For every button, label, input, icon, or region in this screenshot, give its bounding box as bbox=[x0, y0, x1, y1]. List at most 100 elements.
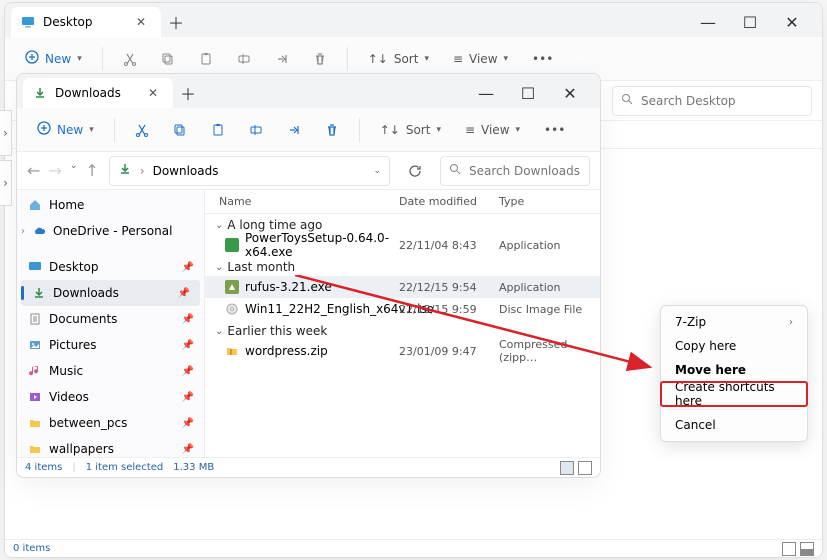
search-input[interactable] bbox=[469, 164, 601, 178]
file-date: 22/12/15 9:54 bbox=[399, 281, 499, 294]
search-icon bbox=[621, 93, 633, 108]
sort-button[interactable]: ↑↓ Sort ▾ bbox=[358, 44, 439, 74]
sidebar-item-videos[interactable]: Videos📌 bbox=[17, 384, 204, 410]
menu-item-copy-here[interactable]: Copy here bbox=[661, 334, 807, 358]
file-row[interactable]: Win11_22H2_English_x64v1.iso22/12/15 9:5… bbox=[205, 298, 600, 320]
paste-button[interactable] bbox=[189, 44, 223, 74]
more-button[interactable]: ••• bbox=[534, 115, 575, 145]
menu-item-7-zip[interactable]: 7-Zip› bbox=[661, 310, 807, 334]
chevron-down-icon[interactable]: ⌄ bbox=[373, 166, 381, 176]
forward-button[interactable]: → bbox=[48, 161, 61, 180]
back-button[interactable]: ← bbox=[27, 161, 40, 180]
menu-item-label: Move here bbox=[675, 363, 746, 377]
folder-icon bbox=[27, 415, 43, 431]
new-button[interactable]: New ▾ bbox=[15, 44, 92, 74]
maximize-button[interactable]: ☐ bbox=[730, 7, 770, 37]
delete-button[interactable] bbox=[315, 115, 349, 145]
chevron-down-icon: ▾ bbox=[516, 125, 521, 135]
file-type: Application bbox=[499, 281, 599, 294]
sidebar-item-music[interactable]: Music📌 bbox=[17, 358, 204, 384]
thumbnails-view-icon[interactable] bbox=[578, 461, 592, 475]
delete-button[interactable] bbox=[303, 44, 337, 74]
search-box[interactable] bbox=[612, 86, 812, 116]
close-tab-icon[interactable]: ✕ bbox=[131, 12, 151, 32]
close-window-button[interactable]: ✕ bbox=[772, 7, 812, 37]
chevron-down-icon: ▾ bbox=[424, 54, 429, 64]
column-type[interactable]: Type bbox=[499, 195, 599, 208]
pin-icon: 📌 bbox=[182, 340, 194, 351]
group-header[interactable]: ⌄ Last month bbox=[205, 256, 600, 276]
file-list: Name Date modified Type ⌄ A long time ag… bbox=[205, 190, 600, 457]
chevron-down-icon: ⌄ bbox=[215, 220, 223, 231]
cut-button[interactable] bbox=[113, 44, 147, 74]
sidebar-item-label: Home bbox=[49, 198, 84, 212]
view-button[interactable]: ≡ View ▾ bbox=[443, 44, 518, 74]
chevron-down-icon: ▾ bbox=[89, 125, 94, 135]
sidebar-item-home[interactable]: Home bbox=[17, 192, 204, 218]
new-tab-button[interactable]: ＋ bbox=[173, 78, 203, 108]
status-items: 0 items bbox=[13, 543, 50, 554]
minimize-button[interactable]: — bbox=[688, 7, 728, 37]
file-row[interactable]: wordpress.zip23/01/09 9:47Compressed (zi… bbox=[205, 340, 600, 362]
sidebar-item-label: Pictures bbox=[49, 338, 97, 352]
details-view-icon[interactable] bbox=[560, 461, 574, 475]
cloud-icon bbox=[31, 223, 47, 239]
sidebar-item-wallpapers[interactable]: wallpapers📌 bbox=[17, 436, 204, 457]
nav-handle-up[interactable]: › bbox=[0, 110, 12, 156]
more-button[interactable]: ••• bbox=[522, 44, 563, 74]
maximize-button[interactable]: ☐ bbox=[508, 78, 548, 108]
up-button[interactable]: ↑ bbox=[85, 161, 98, 180]
new-tab-button[interactable]: ＋ bbox=[161, 7, 191, 37]
chevron-down-icon: ⌄ bbox=[215, 262, 223, 273]
column-name[interactable]: Name bbox=[219, 195, 399, 208]
status-bar: 0 items bbox=[5, 539, 822, 557]
sidebar-item-between_pcs[interactable]: between_pcs📌 bbox=[17, 410, 204, 436]
new-button[interactable]: New ▾ bbox=[27, 115, 104, 145]
search-input[interactable] bbox=[641, 94, 803, 108]
file-type: Compressed (zipp… bbox=[499, 338, 599, 364]
file-row[interactable]: PowerToysSetup-0.64.0-x64.exe22/11/04 8:… bbox=[205, 234, 600, 256]
share-button[interactable] bbox=[277, 115, 311, 145]
sort-button[interactable]: ↑↓ Sort ▾ bbox=[370, 115, 451, 145]
chevron-down-icon: ▾ bbox=[77, 54, 82, 64]
file-type: Application bbox=[499, 239, 599, 252]
sidebar-item-onedrive[interactable]: › OneDrive - Personal bbox=[17, 218, 204, 244]
sidebar-item-documents[interactable]: Documents📌 bbox=[17, 306, 204, 332]
breadcrumb[interactable]: › Downloads ⌄ bbox=[109, 156, 390, 186]
tab-downloads[interactable]: Downloads ✕ bbox=[23, 78, 173, 108]
sidebar-item-desktop[interactable]: Desktop📌 bbox=[17, 254, 204, 280]
paste-button[interactable] bbox=[201, 115, 235, 145]
tab-desktop[interactable]: Desktop ✕ bbox=[11, 7, 161, 37]
share-button[interactable] bbox=[265, 44, 299, 74]
details-view-icon[interactable] bbox=[782, 542, 796, 556]
recent-button[interactable]: ⌄ bbox=[70, 161, 78, 180]
column-date[interactable]: Date modified bbox=[399, 195, 499, 208]
menu-item-create-shortcuts-here[interactable]: Create shortcuts here bbox=[661, 382, 807, 406]
nav-handle-down[interactable]: › bbox=[0, 160, 12, 206]
file-icon bbox=[225, 280, 239, 294]
rename-button[interactable] bbox=[227, 44, 261, 74]
cut-button[interactable] bbox=[125, 115, 159, 145]
menu-item-move-here[interactable]: Move here bbox=[661, 358, 807, 382]
close-window-button[interactable]: ✕ bbox=[550, 78, 590, 108]
sidebar-item-label: OneDrive - Personal bbox=[53, 224, 172, 238]
search-box[interactable] bbox=[440, 156, 590, 186]
close-tab-icon[interactable]: ✕ bbox=[143, 83, 163, 103]
sidebar-item-pictures[interactable]: Pictures 📌 bbox=[17, 332, 204, 358]
copy-button[interactable] bbox=[151, 44, 185, 74]
address-bar-row: ← → ⌄ ↑ › Downloads ⌄ bbox=[17, 152, 600, 190]
group-header[interactable]: ⌄ Earlier this week bbox=[205, 320, 600, 340]
pin-icon: 📌 bbox=[182, 392, 194, 403]
minimize-button[interactable]: — bbox=[466, 78, 506, 108]
file-name: PowerToysSetup-0.64.0-x64.exe bbox=[245, 231, 399, 259]
pin-icon: 📌 bbox=[182, 262, 194, 273]
chevron-down-icon: ⌄ bbox=[215, 326, 223, 337]
refresh-button[interactable] bbox=[400, 156, 430, 186]
rename-button[interactable] bbox=[239, 115, 273, 145]
menu-item-cancel[interactable]: Cancel bbox=[661, 413, 807, 437]
thumbnails-view-icon[interactable] bbox=[800, 542, 814, 556]
copy-button[interactable] bbox=[163, 115, 197, 145]
view-button[interactable]: ≡ View ▾ bbox=[455, 115, 530, 145]
sidebar-item-downloads[interactable]: Downloads📌 bbox=[21, 280, 200, 306]
file-row[interactable]: rufus-3.21.exe22/12/15 9:54Application bbox=[205, 276, 600, 298]
